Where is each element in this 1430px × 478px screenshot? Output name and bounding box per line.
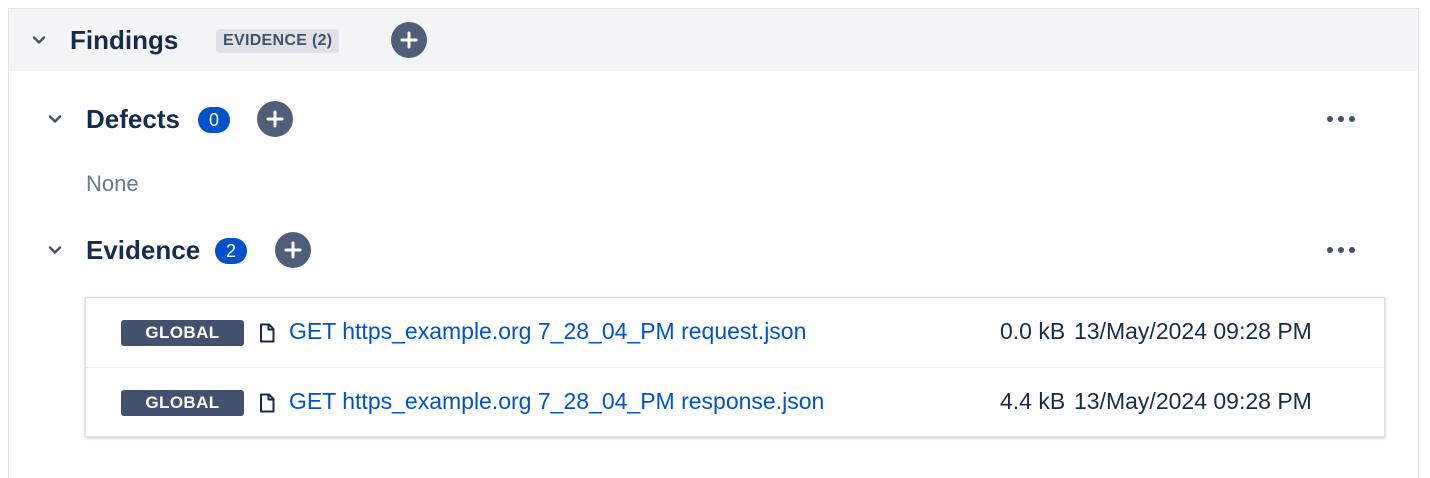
scope-badge: GLOBAL <box>121 390 244 416</box>
add-evidence-button[interactable] <box>275 232 311 268</box>
defects-collapse-chevron-down-icon[interactable] <box>45 109 65 129</box>
more-icon-dot <box>1327 247 1333 253</box>
evidence-title: Evidence <box>86 235 201 265</box>
file-size: 4.4 kB <box>1000 388 1066 414</box>
add-defect-button[interactable] <box>257 101 293 137</box>
evidence-row: GLOBAL GET https_example.org 7_28_04_PM … <box>86 367 1384 437</box>
more-icon-dot <box>1327 116 1333 122</box>
more-icon-dot <box>1338 247 1344 253</box>
add-finding-button[interactable] <box>391 22 427 58</box>
findings-title: Findings <box>70 25 179 55</box>
findings-panel: Findings EVIDENCE (2) Defects 0 None Evi… <box>8 8 1419 478</box>
evidence-row: GLOBAL GET https_example.org 7_28_04_PM … <box>86 298 1384 367</box>
defects-empty-text: None <box>86 171 139 196</box>
plus-icon <box>284 241 302 259</box>
scope-badge: GLOBAL <box>121 320 244 346</box>
more-icon-dot <box>1349 116 1355 122</box>
defects-count-badge: 0 <box>198 107 230 133</box>
findings-collapse-chevron-down-icon[interactable] <box>29 30 49 50</box>
file-size: 0.0 kB <box>1000 318 1066 344</box>
evidence-file-link[interactable]: GET https_example.org 7_28_04_PM respons… <box>289 388 824 415</box>
more-icon-dot <box>1349 247 1355 253</box>
evidence-file-link[interactable]: GET https_example.org 7_28_04_PM request… <box>289 318 806 345</box>
findings-header: Findings EVIDENCE (2) <box>9 9 1418 71</box>
defects-more-button[interactable] <box>1321 110 1361 128</box>
file-icon <box>260 393 275 413</box>
more-icon-dot <box>1338 116 1344 122</box>
plus-icon <box>400 31 418 49</box>
defects-title: Defects <box>86 104 180 134</box>
evidence-count-tag: EVIDENCE (2) <box>216 29 340 53</box>
evidence-more-button[interactable] <box>1321 241 1361 259</box>
file-date: 13/May/2024 09:28 PM <box>1074 388 1312 414</box>
file-date: 13/May/2024 09:28 PM <box>1074 318 1312 344</box>
file-icon <box>260 323 275 343</box>
evidence-collapse-chevron-down-icon[interactable] <box>45 240 65 260</box>
plus-icon <box>266 110 284 128</box>
evidence-count-badge: 2 <box>215 238 247 264</box>
evidence-list: GLOBAL GET https_example.org 7_28_04_PM … <box>85 297 1385 437</box>
